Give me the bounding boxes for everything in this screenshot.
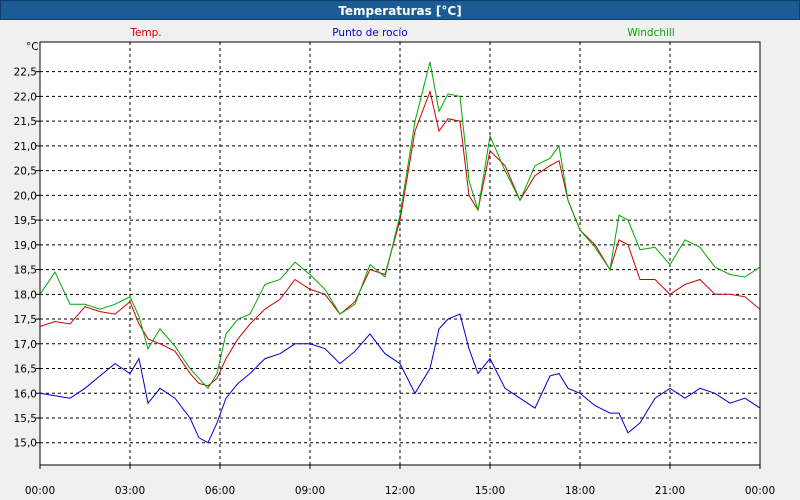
y-tick-label: 22,5 [14,67,37,79]
temperature-chart: 22,5 22,0 21,5 21,0 20,5 20,0 19,5 19,0 18,5 18,0… [14,27,776,497]
y-tick-label: 21,5 [14,116,37,128]
y-axis-unit-label: °C [26,41,39,53]
y-tick-label: 19,0 [14,240,37,252]
x-axis-ticks: 00:0028/08/2603:0028/08/2606:0028/08/260… [25,465,775,497]
x-tick-time-label: 09:00 [295,485,325,497]
x-tick-time-label: 12:00 [385,485,415,497]
y-tick-label: 18,0 [14,289,37,301]
legend: Temp. Punto de rocío Windchill [129,27,674,39]
y-tick-label: 16,5 [14,364,37,376]
legend-item-1: Punto de rocío [332,27,407,39]
legend-item-2: Windchill [627,27,675,39]
y-tick-label: 17,5 [14,314,37,326]
y-tick-label: 19,5 [14,215,37,227]
window-title: Temperaturas [°C] [0,0,800,20]
y-tick-label: 18,5 [14,265,37,277]
legend-item-0: Temp. [129,27,161,39]
x-tick-time-label: 21:00 [655,485,685,497]
y-tick-label: 16,0 [14,388,37,400]
x-tick-time-label: 15:00 [475,485,505,497]
y-tick-label: 22,0 [14,91,37,103]
y-tick-label: 20,0 [14,190,37,202]
x-tick-time-label: 00:00 [25,485,55,497]
x-tick-time-label: 18:00 [565,485,595,497]
x-tick-time-label: 06:00 [205,485,235,497]
y-tick-label: 20,5 [14,166,37,178]
y-tick-label: 17,0 [14,339,37,351]
x-tick-time-label: 00:00 [745,485,775,497]
y-tick-label: 21,0 [14,141,37,153]
y-axis-ticks: 22,5 22,0 21,5 21,0 20,5 20,0 19,5 19,0 18,5 18,0… [14,67,40,450]
y-tick-label: 15,5 [14,413,37,425]
y-tick-label: 15,0 [14,438,37,450]
x-tick-time-label: 03:00 [115,485,145,497]
